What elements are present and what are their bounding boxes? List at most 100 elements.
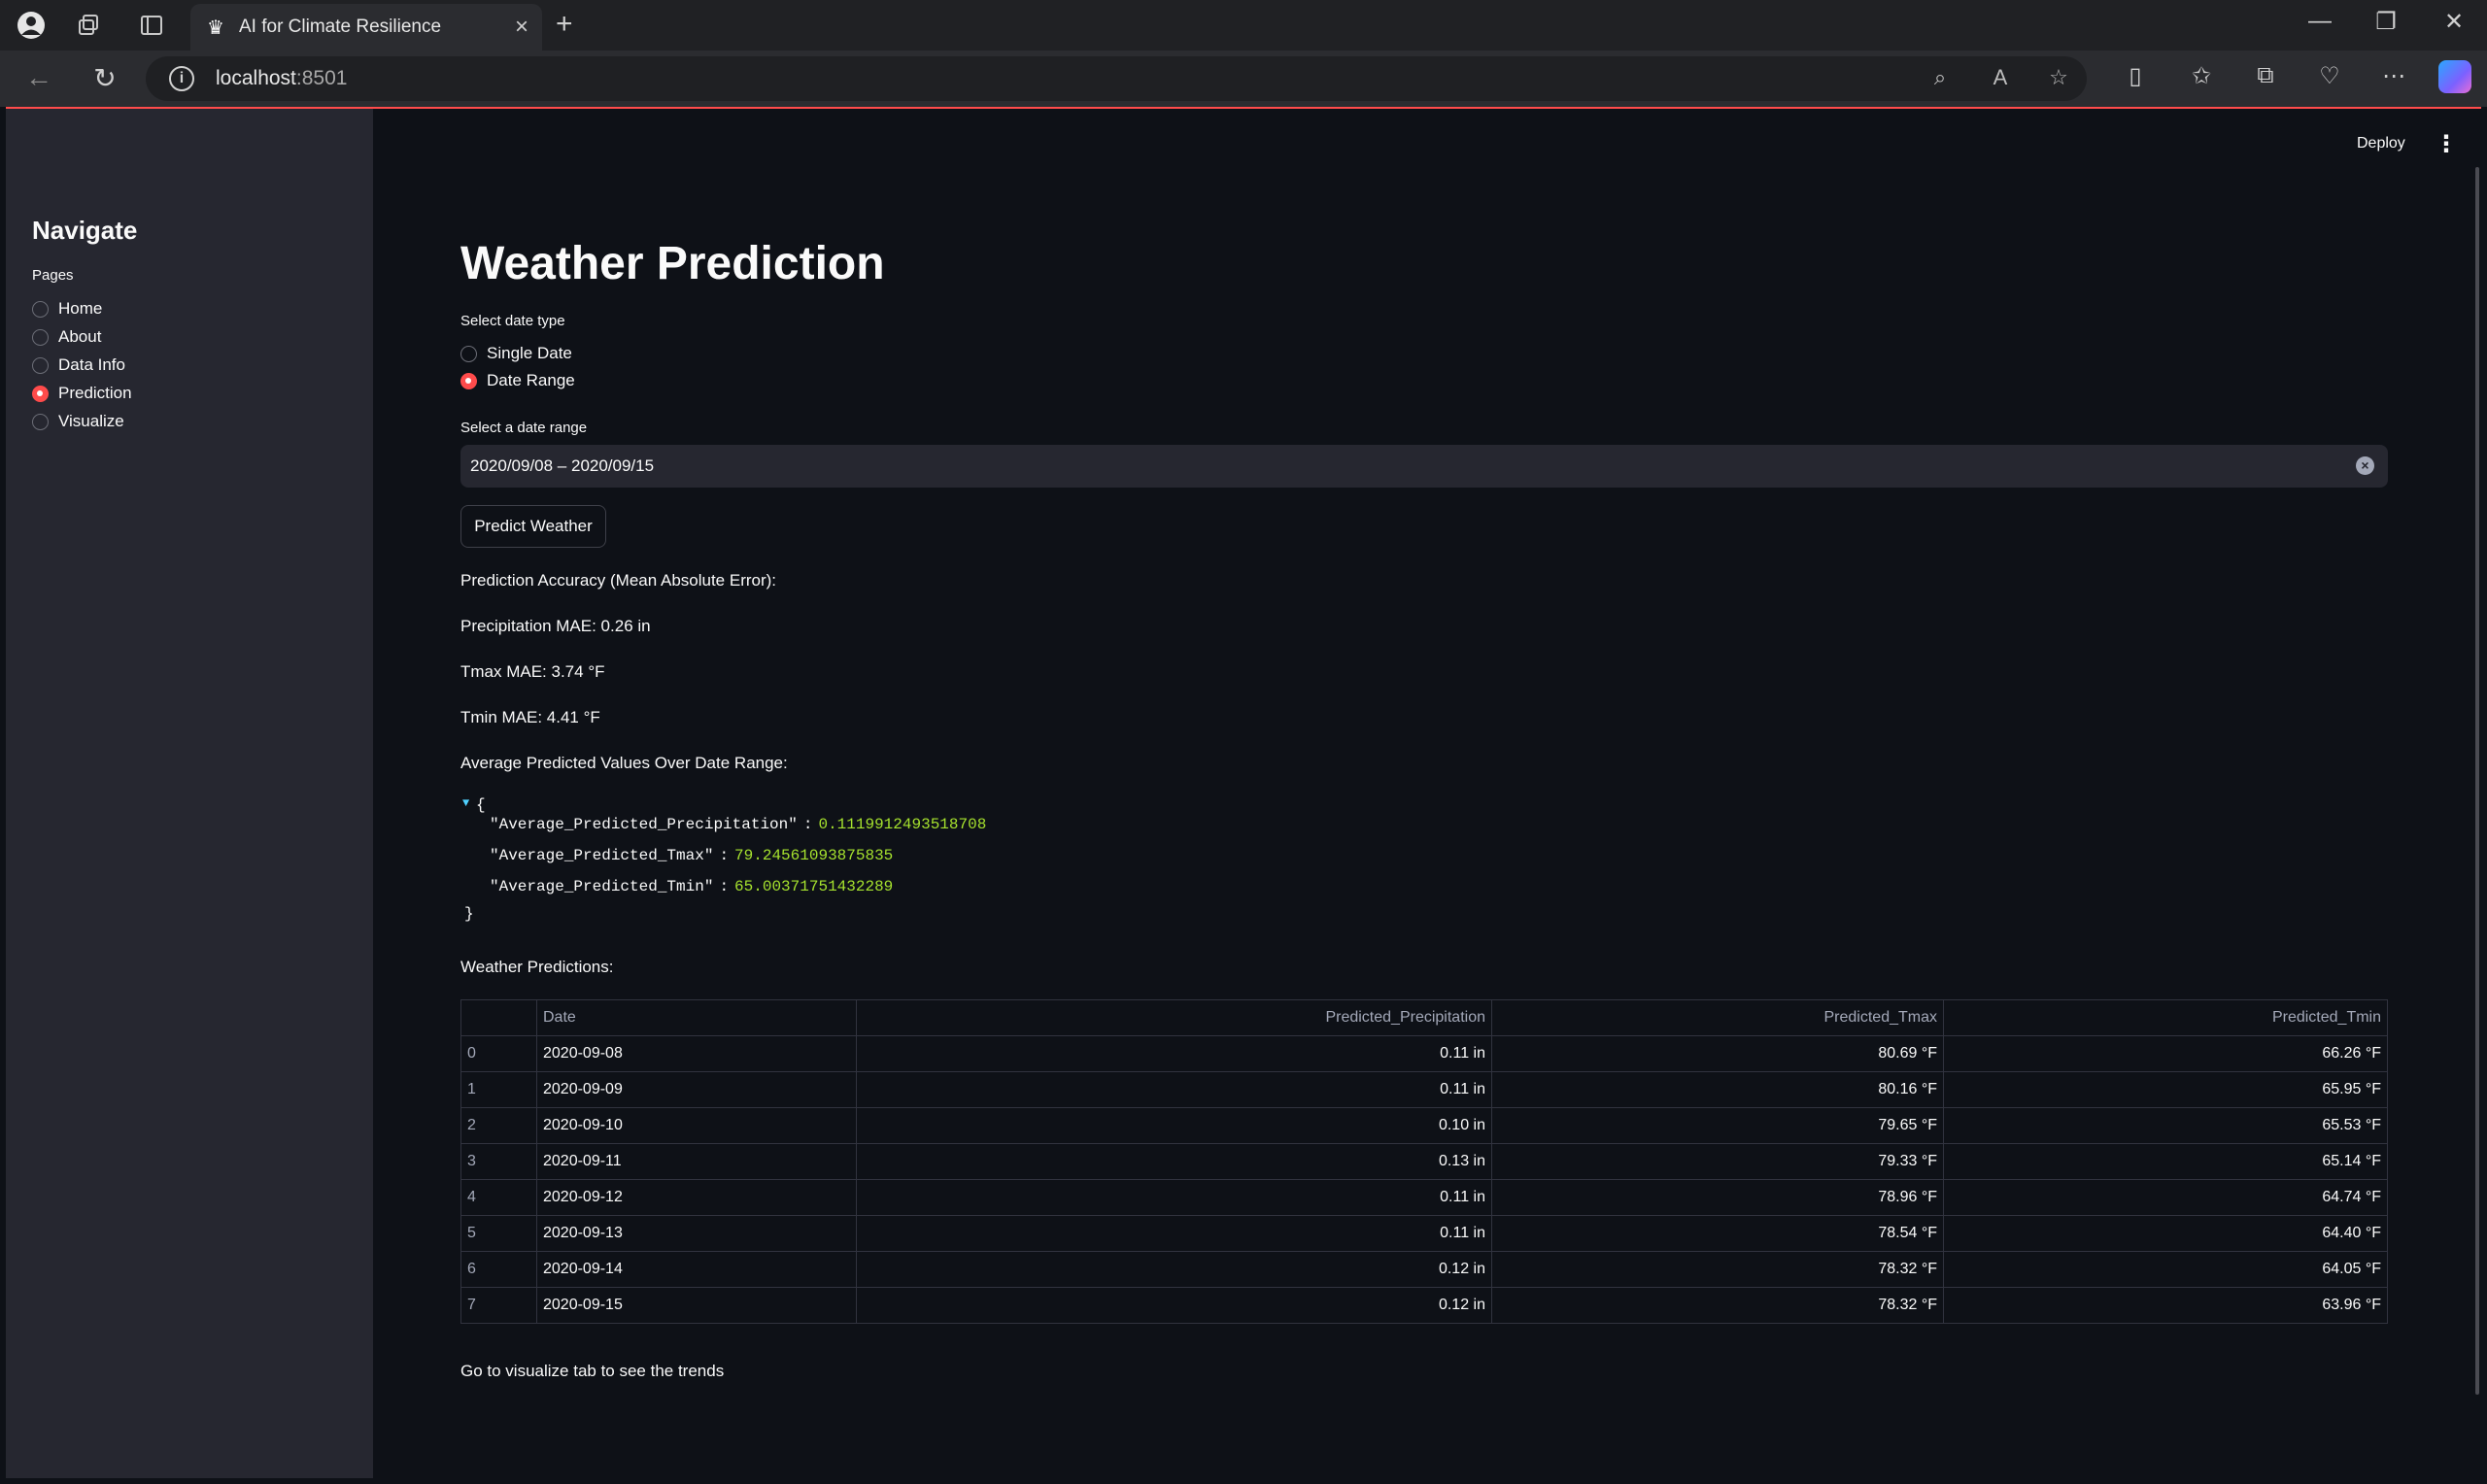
cell-tmin[interactable]: 65.53 °F — [1943, 1107, 2388, 1144]
favorite-star-icon[interactable]: ☆ — [2044, 65, 2073, 90]
profile-icon[interactable] — [16, 10, 47, 41]
browser-essentials-icon[interactable]: ♡ — [2312, 62, 2347, 90]
url-text[interactable]: localhost:8501 — [216, 67, 347, 90]
cell-tmax[interactable]: 78.32 °F — [1491, 1287, 1944, 1324]
collections-icon[interactable]: ⧉ — [2248, 62, 2283, 89]
cell-tmax[interactable]: 79.65 °F — [1491, 1107, 1944, 1144]
predict-weather-button[interactable]: Predict Weather — [460, 505, 606, 548]
cell-date[interactable]: 2020-09-13 — [536, 1215, 857, 1252]
cell-tmax[interactable]: 80.69 °F — [1491, 1035, 1944, 1072]
radio-button-selected[interactable] — [460, 372, 477, 389]
radio-button[interactable] — [32, 300, 49, 318]
cell-tmin[interactable]: 66.26 °F — [1943, 1035, 2388, 1072]
site-info-icon[interactable]: i — [169, 66, 194, 91]
cell-tmin[interactable]: 64.05 °F — [1943, 1251, 2388, 1288]
column-header-tmin[interactable]: Predicted_Tmin — [1943, 999, 2388, 1036]
row-index: 5 — [460, 1215, 537, 1252]
table-row[interactable]: 2 2020-09-10 0.10 in 79.65 °F 65.53 °F — [460, 1107, 2388, 1144]
new-tab-icon[interactable]: + — [556, 8, 573, 41]
workspaces-icon[interactable] — [74, 10, 105, 41]
column-header-precipitation[interactable]: Predicted_Precipitation — [856, 999, 1492, 1036]
restore-icon[interactable]: ❐ — [2367, 8, 2405, 36]
sidebar-item-visualize[interactable]: Visualize — [32, 410, 124, 433]
minimize-icon[interactable]: — — [2300, 8, 2339, 35]
collapse-caret-icon[interactable]: ▼ — [462, 796, 469, 810]
sidebar-item-about[interactable]: About — [32, 325, 101, 349]
date-range-input[interactable]: 2020/09/08 – 2020/09/15 × — [460, 445, 2388, 488]
cell-date[interactable]: 2020-09-10 — [536, 1107, 857, 1144]
sidebar-item-data-info[interactable]: Data Info — [32, 354, 125, 377]
cell-date[interactable]: 2020-09-15 — [536, 1287, 857, 1324]
radio-button[interactable] — [32, 356, 49, 374]
option-date-range[interactable]: Date Range — [460, 369, 575, 392]
predictions-table[interactable]: Date Predicted_Precipitation Predicted_T… — [460, 999, 2388, 1324]
clear-icon[interactable]: × — [2356, 456, 2374, 475]
cell-tmin[interactable]: 65.95 °F — [1943, 1071, 2388, 1108]
table-row[interactable]: 4 2020-09-12 0.11 in 78.96 °F 64.74 °F — [460, 1179, 2388, 1216]
zoom-icon[interactable]: ⌕ — [1925, 65, 1955, 90]
cell-tmax[interactable]: 78.96 °F — [1491, 1179, 1944, 1216]
streamlit-crown-icon: ♛ — [207, 17, 224, 39]
cell-tmin[interactable]: 63.96 °F — [1943, 1287, 2388, 1324]
cell-tmin[interactable]: 64.74 °F — [1943, 1179, 2388, 1216]
column-header-date[interactable]: Date — [536, 999, 857, 1036]
json-entry: "Average_Predicted_Tmax":79.245610938758… — [490, 847, 894, 864]
app-viewport: Navigate Pages Home About Data Info Pred… — [6, 109, 2481, 1478]
cell-precipitation[interactable]: 0.11 in — [856, 1035, 1492, 1072]
radio-button[interactable] — [32, 328, 49, 346]
cell-date[interactable]: 2020-09-12 — [536, 1179, 857, 1216]
sidebar-heading: Navigate — [32, 216, 138, 245]
radio-button[interactable] — [32, 413, 49, 430]
cell-tmin[interactable]: 65.14 °F — [1943, 1143, 2388, 1180]
deploy-button[interactable]: Deploy — [2357, 135, 2405, 152]
cell-precipitation[interactable]: 0.10 in — [856, 1107, 1492, 1144]
cell-tmax[interactable]: 80.16 °F — [1491, 1071, 1944, 1108]
more-menu-icon[interactable]: ⋯ — [2376, 62, 2411, 90]
column-header-tmax[interactable]: Predicted_Tmax — [1491, 999, 1944, 1036]
cell-date[interactable]: 2020-09-14 — [536, 1251, 857, 1288]
cell-tmin[interactable]: 64.40 °F — [1943, 1215, 2388, 1252]
cell-precipitation[interactable]: 0.11 in — [856, 1215, 1492, 1252]
table-row[interactable]: 1 2020-09-09 0.11 in 80.16 °F 65.95 °F — [460, 1071, 2388, 1108]
cell-precipitation[interactable]: 0.11 in — [856, 1179, 1492, 1216]
cell-date[interactable]: 2020-09-09 — [536, 1071, 857, 1108]
favorites-icon[interactable]: ✩ — [2184, 62, 2219, 90]
reload-icon[interactable]: ↻ — [87, 62, 122, 94]
url-bar[interactable]: i localhost:8501 ⌕ A ☆ — [146, 56, 2087, 101]
tab-actions-icon[interactable] — [136, 10, 167, 41]
table-row[interactable]: 7 2020-09-15 0.12 in 78.32 °F 63.96 °F — [460, 1287, 2388, 1324]
close-tab-icon[interactable]: × — [515, 14, 528, 41]
pages-label: Pages — [32, 267, 74, 284]
browser-tab-bar: ♛ AI for Climate Resilience × + — ❐ ✕ — [0, 0, 2487, 51]
browser-tab-active[interactable]: ♛ AI for Climate Resilience × — [190, 4, 542, 51]
option-single-date[interactable]: Single Date — [460, 342, 572, 365]
split-screen-icon[interactable]: ▯ — [2118, 62, 2153, 90]
cell-precipitation[interactable]: 0.11 in — [856, 1071, 1492, 1108]
table-row[interactable]: 6 2020-09-14 0.12 in 78.32 °F 64.05 °F — [460, 1251, 2388, 1288]
table-header-row: Date Predicted_Precipitation Predicted_T… — [460, 999, 2388, 1036]
sidebar-item-home[interactable]: Home — [32, 297, 102, 320]
radio-button[interactable] — [460, 345, 477, 362]
scrollbar[interactable] — [2475, 167, 2479, 1395]
back-icon[interactable]: ← — [21, 62, 56, 93]
close-window-icon[interactable]: ✕ — [2435, 8, 2473, 36]
table-row[interactable]: 0 2020-09-08 0.11 in 80.69 °F 66.26 °F — [460, 1035, 2388, 1072]
date-type-label: Select date type — [460, 313, 565, 329]
cell-tmax[interactable]: 79.33 °F — [1491, 1143, 1944, 1180]
main-menu-icon[interactable]: ⋮ — [2435, 130, 2458, 158]
sidebar-item-label: Data Info — [58, 355, 125, 374]
cell-date[interactable]: 2020-09-08 — [536, 1035, 857, 1072]
read-aloud-icon[interactable]: A — [1986, 65, 2015, 90]
cell-precipitation[interactable]: 0.12 in — [856, 1287, 1492, 1324]
radio-button-selected[interactable] — [32, 385, 49, 402]
table-row[interactable]: 3 2020-09-11 0.13 in 79.33 °F 65.14 °F — [460, 1143, 2388, 1180]
cell-date[interactable]: 2020-09-11 — [536, 1143, 857, 1180]
sidebar-item-prediction[interactable]: Prediction — [32, 382, 132, 405]
cell-tmax[interactable]: 78.32 °F — [1491, 1251, 1944, 1288]
table-row[interactable]: 5 2020-09-13 0.11 in 78.54 °F 64.40 °F — [460, 1215, 2388, 1252]
cell-tmax[interactable]: 78.54 °F — [1491, 1215, 1944, 1252]
cell-precipitation[interactable]: 0.12 in — [856, 1251, 1492, 1288]
column-header-index[interactable] — [460, 999, 537, 1036]
cell-precipitation[interactable]: 0.13 in — [856, 1143, 1492, 1180]
copilot-icon[interactable] — [2438, 60, 2471, 93]
